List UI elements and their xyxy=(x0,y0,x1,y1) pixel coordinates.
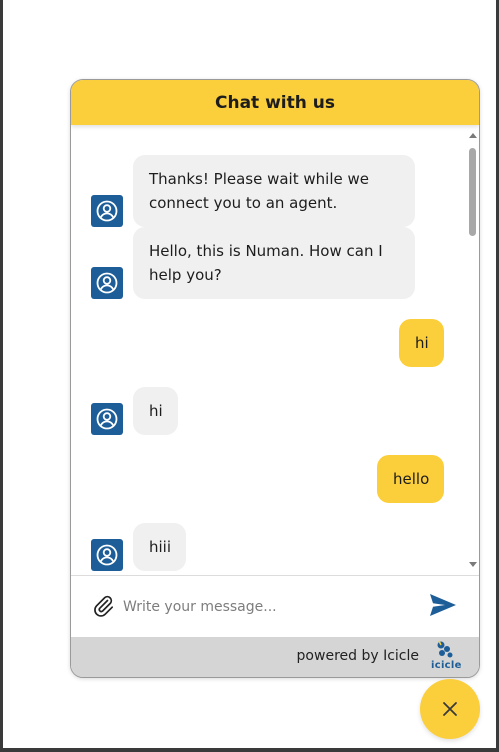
chat-widget: Chat with us Thanks! Please wait while w… xyxy=(70,79,480,678)
window-frame-bottom xyxy=(0,748,499,752)
send-icon[interactable] xyxy=(428,591,458,619)
message-bubble: Hello, this is Numan. How can I help you… xyxy=(133,227,415,299)
message-input[interactable] xyxy=(121,593,425,621)
chat-footer: powered by Icicle icicle xyxy=(71,637,479,677)
message-bubble: Thanks! Please wait while we connect you… xyxy=(133,155,415,227)
message-bubble: hiii xyxy=(133,523,186,571)
scroll-up-arrow-icon[interactable] xyxy=(469,133,477,138)
message-bubble: hi xyxy=(399,319,444,367)
scroll-down-arrow-icon[interactable] xyxy=(469,562,477,567)
user-circle-icon xyxy=(91,403,123,435)
window-frame-left xyxy=(0,0,3,752)
close-chat-button[interactable] xyxy=(420,679,480,739)
close-icon xyxy=(443,702,457,716)
user-circle-icon xyxy=(91,195,123,227)
chat-title: Chat with us xyxy=(215,92,335,113)
chat-header: Chat with us xyxy=(71,80,479,125)
user-circle-icon xyxy=(91,267,123,299)
message-bubble: hello xyxy=(377,455,444,503)
message-scrollbar[interactable] xyxy=(468,133,477,567)
paperclip-icon[interactable] xyxy=(91,594,115,618)
message-composer xyxy=(71,575,479,637)
message-bubble: hi xyxy=(133,387,178,435)
powered-by-text: powered by Icicle xyxy=(296,648,419,664)
logo-text: icicle xyxy=(431,660,462,671)
user-circle-icon xyxy=(91,539,123,571)
icicle-logo: icicle xyxy=(429,640,463,673)
message-list[interactable]: Thanks! Please wait while we connect you… xyxy=(71,125,479,575)
scrollbar-thumb[interactable] xyxy=(469,148,476,236)
